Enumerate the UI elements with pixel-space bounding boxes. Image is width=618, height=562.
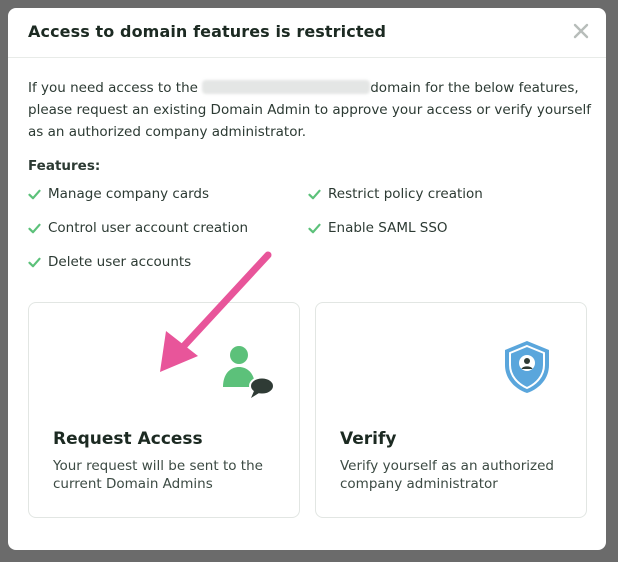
feature-item: Enable SAML SSO xyxy=(308,220,448,236)
request-access-title: Request Access xyxy=(53,429,203,449)
verify-description: Verify yourself as an authorized company… xyxy=(340,458,554,492)
request-access-description: Your request will be sent to the current… xyxy=(53,458,263,492)
check-icon xyxy=(28,223,41,233)
feature-label: Enable SAML SSO xyxy=(328,220,448,236)
verify-title: Verify xyxy=(340,429,397,449)
dialog-description: If you need access to the domain for the… xyxy=(28,77,594,143)
feature-item: Restrict policy creation xyxy=(308,186,483,202)
feature-label: Delete user accounts xyxy=(48,254,192,270)
features-label: Features: xyxy=(28,158,101,174)
request-access-card[interactable]: Request Access Your request will be sent… xyxy=(28,302,300,518)
check-icon xyxy=(28,189,41,199)
close-icon[interactable] xyxy=(572,22,590,40)
description-start: If you need access to the xyxy=(28,80,198,96)
check-icon xyxy=(308,223,321,233)
verify-card[interactable]: Verify Verify yourself as an authorized … xyxy=(315,302,587,518)
shield-user-icon xyxy=(505,341,549,393)
feature-item: Delete user accounts xyxy=(28,254,191,270)
feature-item: Control user account creation xyxy=(28,220,248,236)
access-restricted-dialog: Access to domain features is restricted … xyxy=(8,8,606,550)
feature-item: Manage company cards xyxy=(28,186,209,202)
check-icon xyxy=(308,189,321,199)
check-icon xyxy=(28,257,41,267)
dialog-title: Access to domain features is restricted xyxy=(28,22,387,41)
feature-label: Control user account creation xyxy=(48,220,249,236)
feature-label: Manage company cards xyxy=(48,186,210,202)
person-chat-icon xyxy=(223,346,275,398)
header-divider xyxy=(8,57,606,58)
redacted-domain xyxy=(202,80,371,94)
feature-label: Restrict policy creation xyxy=(328,186,483,202)
